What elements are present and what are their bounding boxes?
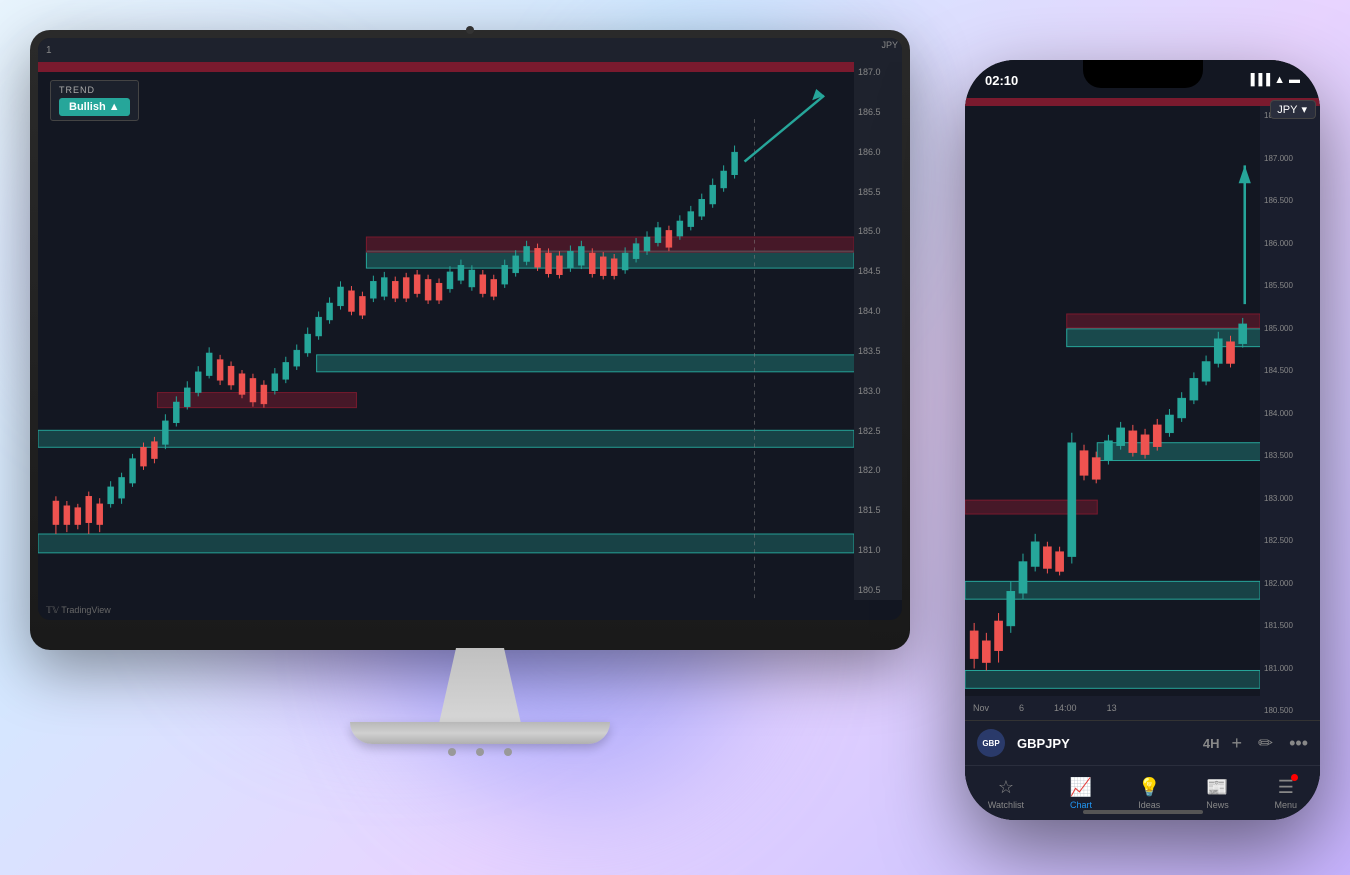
trend-indicator: TREND Bullish ▲ xyxy=(50,80,139,121)
add-indicator-button[interactable]: + xyxy=(1231,733,1242,754)
watchlist-label: Watchlist xyxy=(988,800,1024,810)
chart-icon: 📈 xyxy=(1070,777,1092,798)
nav-watchlist[interactable]: ☆ Watchlist xyxy=(988,777,1024,810)
tv-logo-icon: 𝕋𝕍 xyxy=(46,605,59,615)
imac-dot-1 xyxy=(448,748,456,756)
news-label: News xyxy=(1206,800,1229,810)
menu-notification-dot xyxy=(1291,774,1298,781)
iphone-chart-toolbar: + ✏ ••• xyxy=(1231,733,1308,754)
pair-info: GBPJPY xyxy=(1017,736,1191,751)
desktop-price-axis: 187.0 186.5 186.0 185.5 185.0 184.5 184.… xyxy=(854,62,902,600)
status-icons: ▐▐▐ ▲ ▬ xyxy=(1247,74,1300,86)
pair-logo: GBP xyxy=(977,729,1005,757)
imac-dots xyxy=(448,748,512,756)
timeframe-label: 4H xyxy=(1203,736,1220,751)
currency-dropdown[interactable]: JPY ▾ xyxy=(1270,100,1316,119)
iphone-body: 02:10 ▐▐▐ ▲ ▬ JPY ▾ 187.500 187.000 xyxy=(965,60,1320,820)
chart-label: Chart xyxy=(1070,800,1092,810)
desktop-chart-area xyxy=(38,72,854,600)
trend-label: TREND xyxy=(59,85,130,95)
signal-icon: ▐▐▐ xyxy=(1247,74,1270,86)
iphone-bottom-info: GBP GBPJPY 4H + ✏ ••• xyxy=(965,720,1320,765)
imac-camera xyxy=(466,26,474,34)
imac-stand-base xyxy=(350,722,610,744)
ideas-label: Ideas xyxy=(1138,800,1160,810)
iphone-resistance-bar-top xyxy=(965,98,1320,106)
imac-dot-2 xyxy=(476,748,484,756)
menu-label: Menu xyxy=(1275,800,1298,810)
more-options-button[interactable]: ••• xyxy=(1289,733,1308,754)
iphone-device: 02:10 ▐▐▐ ▲ ▬ JPY ▾ 187.500 187.000 xyxy=(965,60,1320,820)
iphone-time: 02:10 xyxy=(985,73,1018,88)
iphone-chart-area xyxy=(965,106,1260,720)
watchlist-icon: ☆ xyxy=(998,777,1014,798)
imac-dot-3 xyxy=(504,748,512,756)
desktop-chart-svg xyxy=(38,72,854,600)
nav-menu[interactable]: ☰ Menu xyxy=(1275,777,1298,810)
battery-icon: ▬ xyxy=(1289,74,1300,86)
iphone-price-axis: 187.500 187.000 186.500 186.000 185.500 … xyxy=(1260,106,1320,720)
currency-label: JPY xyxy=(1277,104,1297,116)
drawing-tool-button[interactable]: ✏ xyxy=(1258,733,1273,754)
tradingview-logo: 𝕋𝕍 TradingView xyxy=(46,605,111,616)
wifi-icon: ▲ xyxy=(1274,74,1285,86)
chart-index: 1 xyxy=(46,45,52,56)
chart-header: 1 JPY xyxy=(38,38,902,62)
menu-icon: ☰ xyxy=(1278,777,1294,798)
nav-ideas[interactable]: 💡 Ideas xyxy=(1138,777,1160,810)
iphone-home-indicator xyxy=(1083,810,1203,814)
imac-screen: 1 JPY TREND Bullish ▲ 187.0 186.5 186.0 … xyxy=(38,38,902,620)
resistance-bar-top xyxy=(38,62,902,72)
imac-stand-neck xyxy=(420,648,540,728)
dropdown-chevron: ▾ xyxy=(1301,103,1307,116)
nav-news[interactable]: 📰 News xyxy=(1206,777,1229,810)
pair-name: GBPJPY xyxy=(1017,736,1191,751)
desktop-currency: JPY xyxy=(877,38,902,52)
imac-bezel: 1 JPY TREND Bullish ▲ 187.0 186.5 186.0 … xyxy=(30,30,910,650)
ideas-icon: 💡 xyxy=(1138,777,1160,798)
iphone-screen: 02:10 ▐▐▐ ▲ ▬ JPY ▾ 187.500 187.000 xyxy=(965,60,1320,820)
iphone-notch xyxy=(1083,60,1203,88)
iphone-chart-svg xyxy=(965,106,1260,720)
bullish-badge: Bullish ▲ xyxy=(59,98,130,116)
news-icon: 📰 xyxy=(1206,777,1228,798)
nav-chart[interactable]: 📈 Chart xyxy=(1070,777,1092,810)
imac-device: 1 JPY TREND Bullish ▲ 187.0 186.5 186.0 … xyxy=(30,30,930,850)
